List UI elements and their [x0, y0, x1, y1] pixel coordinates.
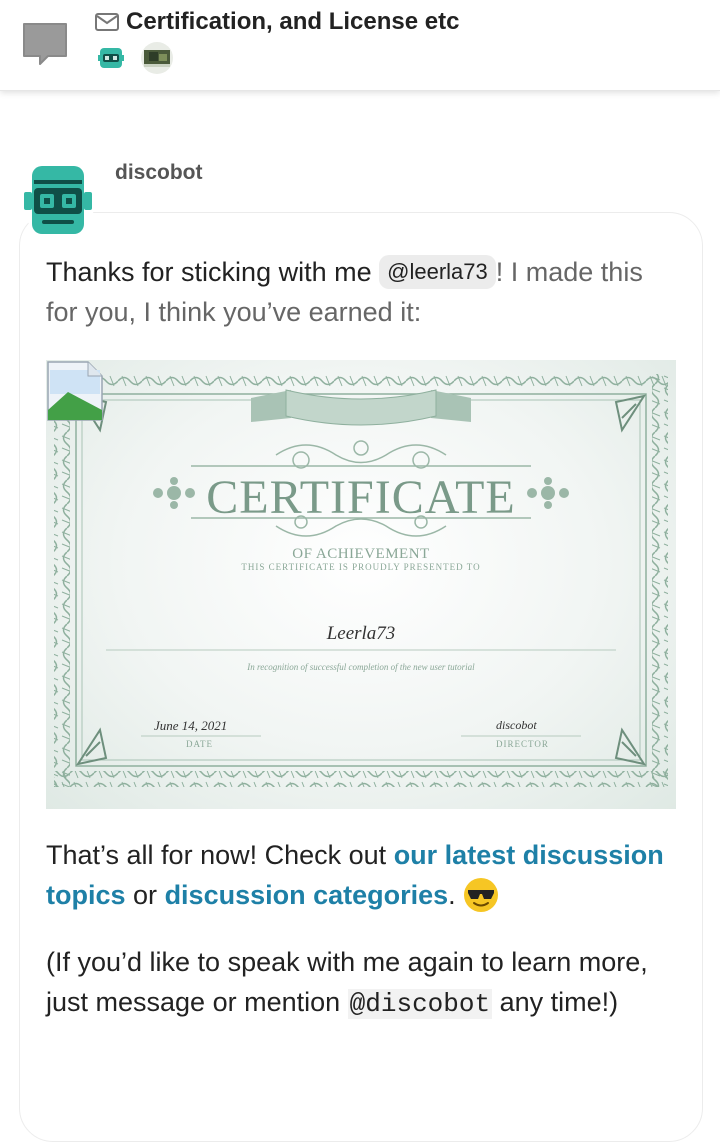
outro-prefix: That’s all for now! Check out — [46, 840, 387, 870]
topic-header: Certification, and License etc — [0, 0, 720, 91]
certificate-border — [54, 374, 668, 787]
outro-paragraph: That’s all for now! Check out our latest… — [46, 835, 686, 915]
envelope-icon — [95, 13, 119, 31]
discobot-avatar[interactable] — [95, 42, 127, 74]
certificate-signature: discobot — [496, 718, 537, 732]
certificate-date: June 14, 2021 — [154, 718, 228, 733]
help-paragraph: (If you’d like to speak with me again to… — [46, 942, 686, 1024]
topic-title[interactable]: Certification, and License etc — [126, 8, 459, 36]
certificate-signature-label: DIRECTOR — [496, 739, 549, 749]
certificate-recipient: Leerla73 — [326, 623, 396, 644]
certificate-image[interactable]: CERTIFICATE OF ACHIEVEMENT THIS CERTIFIC… — [46, 360, 676, 809]
user-photo-avatar[interactable] — [141, 42, 173, 74]
outro-or: or — [133, 880, 158, 910]
topic-title-row[interactable]: Certification, and License etc — [95, 8, 459, 36]
discobot-post-avatar[interactable] — [20, 162, 96, 240]
intro-paragraph: Thanks for sticking with me @leerla73! I… — [46, 252, 676, 332]
help-suffix: any time!) — [499, 987, 619, 1017]
broken-image-icon — [47, 361, 103, 421]
sunglasses-emoji-icon — [464, 877, 499, 912]
certificate-subtitle: OF ACHIEVEMENT — [292, 546, 430, 562]
certificate-title: CERTIFICATE — [206, 471, 516, 524]
user-mention[interactable]: @leerla73 — [379, 254, 496, 289]
intro-text: Thanks for sticking with me — [46, 257, 372, 287]
post-username[interactable]: discobot — [115, 161, 203, 185]
certificate-recognition: In recognition of successful completion … — [247, 662, 475, 672]
certificate-presented-to: THIS CERTIFICATE IS PROUDLY PRESENTED TO — [241, 562, 481, 572]
participants-list — [95, 42, 173, 74]
certificate-date-label: DATE — [186, 739, 213, 749]
discobot-mention-code: @discobot — [347, 989, 493, 1019]
chat-bubble-icon[interactable] — [22, 22, 68, 66]
categories-link[interactable]: discussion categories — [165, 880, 449, 910]
outro-period: . — [448, 880, 456, 910]
